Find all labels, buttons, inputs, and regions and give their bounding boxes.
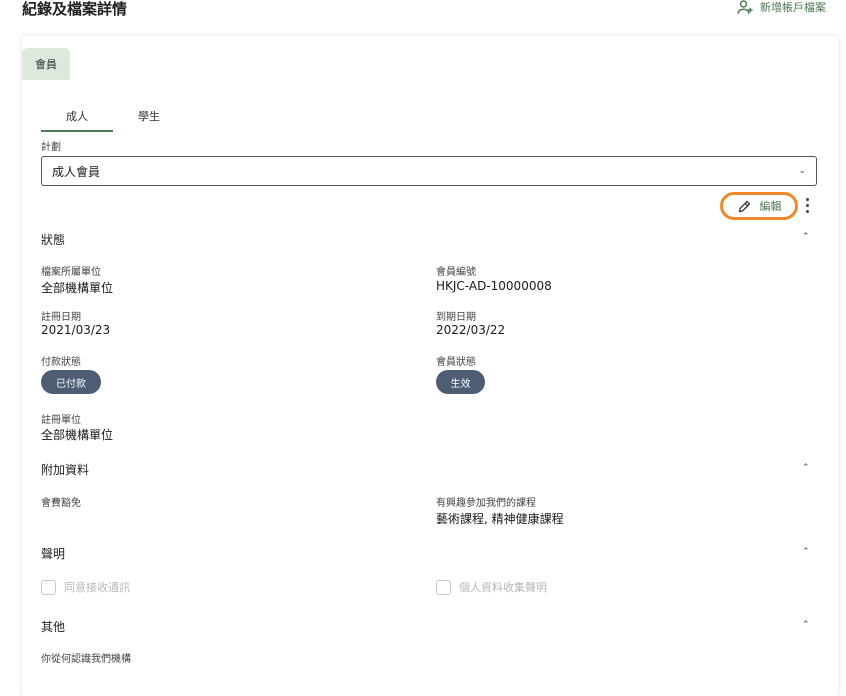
profile-unit-label: 檔案所屬單位 bbox=[41, 267, 101, 278]
subtab-student[interactable]: 學生 bbox=[113, 108, 185, 132]
dot bbox=[805, 204, 809, 207]
edit-label: 編輯 bbox=[759, 200, 782, 213]
expiry-date-label: 到期日期 bbox=[436, 312, 476, 323]
privacy-label: 個人資料收集聲明 bbox=[459, 581, 547, 594]
expiry-date-value: 2022/03/22 bbox=[436, 323, 506, 337]
add-account-label: 新增帳戶檔案 bbox=[760, 1, 826, 14]
fee-waiver-label: 會費豁免 bbox=[41, 498, 81, 509]
privacy-checkbox-row[interactable]: 個人資料收集聲明 bbox=[436, 579, 547, 595]
chevron-down-icon: ⌄ bbox=[798, 166, 806, 176]
reg-unit-value: 全部機構單位 bbox=[41, 428, 114, 442]
reg-unit-label: 註冊單位 bbox=[41, 415, 81, 426]
consent-label: 同意接收通訊 bbox=[64, 581, 130, 594]
profile-unit-value: 全部機構單位 bbox=[41, 281, 114, 295]
subtabs: 成人 學生 bbox=[41, 108, 185, 132]
section-title-extra: 附加資料 bbox=[41, 463, 90, 477]
member-status-badge: 生效 bbox=[436, 370, 485, 394]
payment-status-badge: 已付款 bbox=[41, 370, 101, 394]
tab-member[interactable]: 會員 bbox=[22, 48, 70, 80]
reg-date-label: 註冊日期 bbox=[41, 312, 81, 323]
collapse-declaration-icon[interactable]: ⌃ bbox=[802, 547, 810, 557]
more-vert-icon bbox=[805, 198, 809, 201]
member-no-value: HKJC-AD-10000008 bbox=[436, 279, 552, 293]
subtab-adult[interactable]: 成人 bbox=[41, 108, 113, 132]
section-title-status: 狀態 bbox=[41, 233, 66, 247]
collapse-status-icon[interactable]: ⌃ bbox=[802, 232, 810, 242]
member-status-label: 會員狀態 bbox=[436, 357, 476, 368]
record-card: 會員 成人 學生 計劃 成人會員 ⌄ 編輯 狀態 ⌃ 檔案所屬單位 全部機構單位… bbox=[22, 36, 838, 696]
more-options-button[interactable] bbox=[802, 198, 812, 216]
consent-checkbox-row[interactable]: 同意接收通訊 bbox=[41, 579, 130, 595]
page-title: 紀錄及檔案詳情 bbox=[22, 0, 128, 18]
consent-checkbox[interactable] bbox=[41, 579, 56, 595]
section-title-other: 其他 bbox=[41, 620, 66, 634]
member-no-label: 會員編號 bbox=[436, 267, 476, 278]
privacy-checkbox[interactable] bbox=[436, 579, 451, 595]
section-title-declaration: 聲明 bbox=[41, 547, 66, 561]
courses-value: 藝術課程, 精神健康課程 bbox=[436, 512, 564, 526]
payment-status-label: 付款狀態 bbox=[41, 357, 81, 368]
plan-select[interactable]: 成人會員 ⌄ bbox=[41, 156, 817, 186]
add-account-button[interactable]: 新增帳戶檔案 bbox=[736, 0, 826, 16]
source-label: 你從何認識我們機構 bbox=[41, 654, 131, 665]
collapse-extra-icon[interactable]: ⌃ bbox=[802, 463, 810, 473]
reg-date-value: 2021/03/23 bbox=[41, 323, 111, 337]
collapse-other-icon[interactable]: ⌃ bbox=[802, 620, 810, 630]
courses-label: 有興趣參加我們的課程 bbox=[436, 498, 536, 509]
add-person-icon bbox=[737, 0, 753, 14]
edit-button[interactable]: 編輯 bbox=[720, 192, 798, 220]
plan-label: 計劃 bbox=[41, 142, 61, 153]
plan-select-value: 成人會員 bbox=[52, 164, 101, 179]
pencil-icon bbox=[738, 200, 750, 212]
dot bbox=[805, 210, 809, 213]
